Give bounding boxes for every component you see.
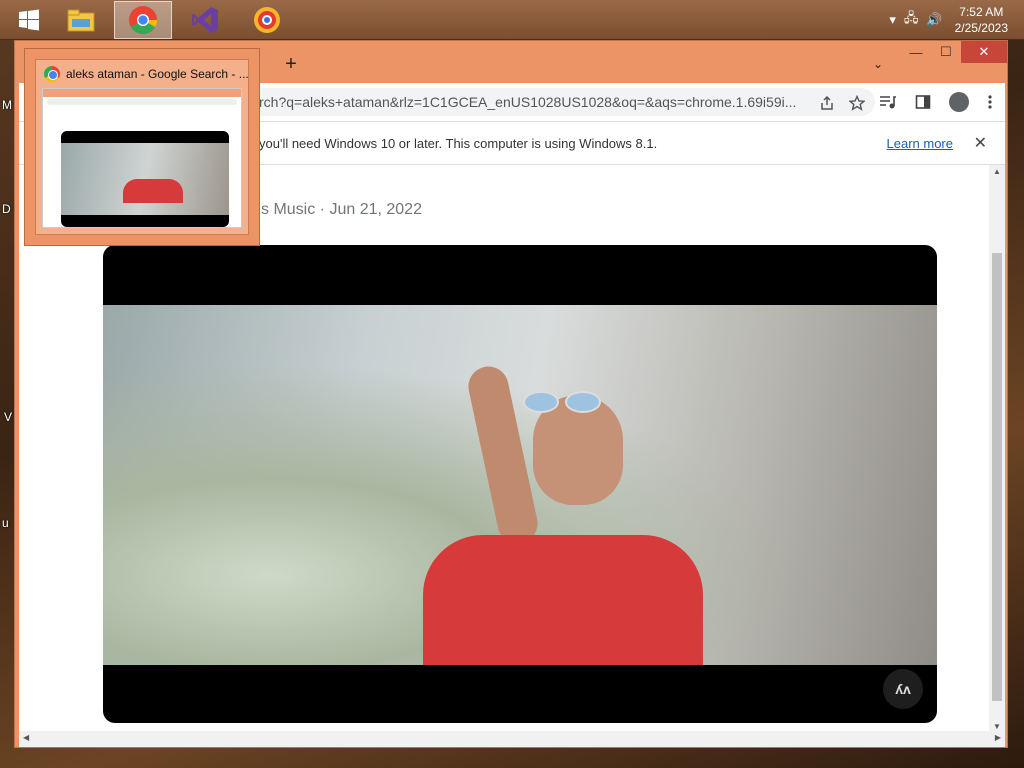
bookmark-star-icon[interactable] [849, 95, 865, 111]
video-subject-glasses [523, 391, 623, 413]
horizontal-scrollbar[interactable]: ◀ ▶ [19, 731, 1005, 747]
info-bar-close-button[interactable]: ✕ [974, 133, 987, 153]
scrollbar-thumb[interactable] [992, 253, 1002, 701]
taskbar: ▾ 🖧 🔊 7:52 AM 2/25/2023 [0, 0, 1024, 40]
thumbnail-urlbar [47, 99, 237, 105]
thumbnail-tabbar [43, 89, 241, 97]
desktop-icon-label[interactable]: D [2, 202, 11, 216]
scroll-right-arrow-icon[interactable]: ▶ [995, 733, 1001, 742]
scroll-left-arrow-icon[interactable]: ◀ [23, 733, 29, 742]
thumbnail-video-subject [123, 179, 183, 203]
address-bar[interactable]: rch?q=aleks+ataman&rlz=1C1GCEA_enUS1028U… [249, 88, 875, 116]
scroll-up-arrow-icon[interactable]: ▲ [989, 167, 1005, 176]
new-tab-button[interactable]: + [279, 53, 303, 76]
tab-search-button[interactable]: ⌄ [873, 57, 883, 71]
share-icon[interactable] [819, 95, 835, 111]
maximize-button[interactable]: ☐ [931, 41, 961, 63]
clock-time: 7:52 AM [959, 5, 1004, 19]
tab-preview-popup[interactable]: aleks ataman - Google Search - ... [24, 48, 260, 246]
tray-overflow-icon[interactable]: ▾ [889, 12, 896, 28]
network-icon[interactable]: 🖧 [904, 9, 919, 31]
windows-logo-icon [19, 9, 39, 31]
channel-watermark-icon: ʎʌ [883, 669, 923, 709]
yandex-browser-button[interactable] [238, 1, 296, 39]
desktop-icon-label[interactable]: u [2, 516, 9, 530]
visual-studio-button[interactable] [176, 1, 234, 39]
menu-icon[interactable] [987, 94, 993, 110]
volume-icon[interactable]: 🔊 [926, 12, 942, 28]
tab-preview-thumbnail [42, 88, 242, 228]
desktop-icon-label[interactable]: M [2, 98, 12, 112]
tab-preview-card[interactable]: aleks ataman - Google Search - ... [35, 59, 249, 235]
chrome-icon [129, 6, 157, 34]
side-panel-icon[interactable] [915, 94, 931, 110]
vertical-scrollbar[interactable]: ▲ ▼ [989, 165, 1005, 733]
info-bar-message: you'll need Windows 10 or later. This co… [259, 135, 658, 151]
thumbnail-video [61, 131, 229, 227]
video-subject-shirt [423, 535, 703, 665]
tab-preview-title: aleks ataman - Google Search - ... [66, 67, 249, 81]
yandex-browser-icon [254, 7, 280, 33]
learn-more-link[interactable]: Learn more [887, 136, 953, 151]
desktop-icon-label[interactable]: V [4, 410, 12, 424]
profile-icon[interactable] [949, 92, 969, 112]
file-explorer-icon [67, 9, 95, 32]
video-subject [423, 362, 703, 665]
media-control-icon[interactable] [879, 94, 897, 110]
tab-preview-header: aleks ataman - Google Search - ... [44, 66, 249, 82]
start-button[interactable] [0, 1, 58, 39]
minimize-button[interactable]: — [901, 41, 931, 63]
file-explorer-button[interactable] [52, 1, 110, 39]
toolbar-actions [879, 92, 993, 112]
clock[interactable]: 7:52 AM 2/25/2023 [955, 4, 1008, 36]
chrome-taskbar-button[interactable] [114, 1, 172, 39]
chrome-icon [44, 66, 60, 82]
page-content: s Music · Jun 21, 2022 ʎʌ ▲ ▼ [19, 165, 1005, 733]
system-tray: ▾ 🖧 🔊 7:52 AM 2/25/2023 [885, 0, 1024, 40]
video-frame [103, 305, 937, 665]
omnibox-actions [819, 95, 865, 111]
video-player[interactable]: ʎʌ [103, 245, 937, 723]
window-controls: — ☐ ✕ [901, 41, 1007, 63]
scroll-down-arrow-icon[interactable]: ▼ [989, 722, 1005, 731]
address-bar-url: rch?q=aleks+ataman&rlz=1C1GCEA_enUS1028U… [259, 94, 797, 110]
clock-date: 2/25/2023 [954, 21, 1008, 35]
visual-studio-icon [192, 7, 218, 33]
close-window-button[interactable]: ✕ [961, 41, 1007, 63]
video-source-line: s Music · Jun 21, 2022 [261, 201, 422, 218]
